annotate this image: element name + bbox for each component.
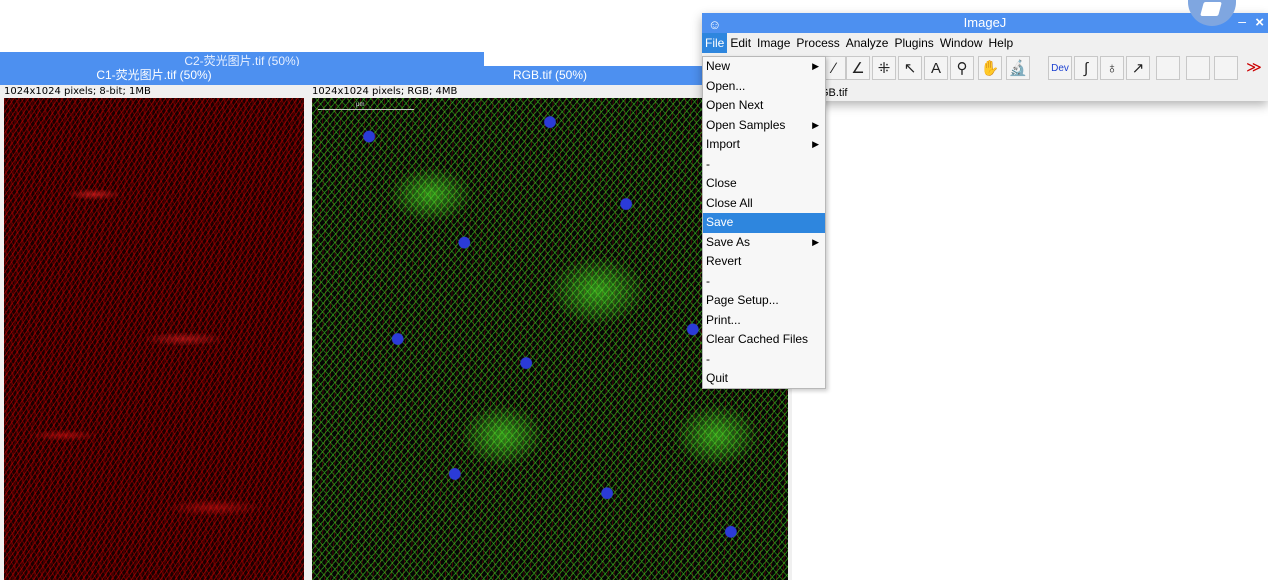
menu-item-label: Open Next: [706, 98, 764, 112]
imagej-titlebar[interactable]: ☺ ImageJ – ×: [702, 13, 1268, 33]
menu-item-label: Revert: [706, 254, 742, 268]
image-info-c1: 1024x1024 pixels; 8-bit; 1MB: [0, 85, 308, 98]
menu-item-close-all[interactable]: Close All: [703, 194, 825, 214]
menu-item-label: -: [706, 351, 710, 366]
microscope-icon[interactable]: 🔬: [1006, 56, 1030, 80]
menu-item-revert[interactable]: Revert: [703, 252, 825, 272]
menu-window[interactable]: Window: [937, 33, 986, 53]
menu-item-new[interactable]: New ▶: [703, 57, 825, 77]
submenu-arrow-icon: ▶: [812, 139, 819, 149]
menu-item-open-samples[interactable]: Open Samples ▶: [703, 116, 825, 136]
close-icon[interactable]: ×: [1255, 13, 1264, 33]
menu-item-close[interactable]: Close: [703, 174, 825, 194]
imagej-title: ImageJ: [963, 15, 1007, 30]
menu-item-open[interactable]: Open...: [703, 77, 825, 97]
menu-item-label: Close All: [706, 195, 753, 210]
point-tool-icon[interactable]: ⁜: [872, 56, 896, 80]
menu-item-save-as[interactable]: Save As ▶: [703, 233, 825, 253]
menu-item-label: Open...: [706, 78, 746, 93]
magnifier-tool-icon[interactable]: ⚲: [950, 56, 974, 80]
menu-item-label: Print...: [706, 312, 741, 327]
menu-item-page-setup[interactable]: Page Setup...: [703, 291, 825, 311]
brush-icon[interactable]: ∫: [1074, 56, 1098, 80]
image-canvas-c1[interactable]: [4, 98, 304, 580]
text-tool-icon[interactable]: A: [924, 56, 948, 80]
menu-analyze[interactable]: Analyze: [843, 33, 892, 53]
empty-tool-2[interactable]: [1186, 56, 1210, 80]
minimize-icon[interactable]: –: [1238, 13, 1246, 29]
pipette-icon[interactable]: ↗: [1126, 56, 1150, 80]
menu-item-label: Page Setup...: [706, 293, 779, 307]
menu-item-label: Save As: [706, 234, 751, 249]
menu-item-label: -: [706, 156, 710, 171]
menu-process[interactable]: Process: [793, 33, 842, 53]
menu-item-label: -: [706, 273, 710, 288]
empty-tool-3[interactable]: [1214, 56, 1238, 80]
flood-fill-icon[interactable]: ♁: [1100, 56, 1124, 80]
menu-edit[interactable]: Edit: [727, 33, 754, 53]
imagej-icon: ☺: [708, 17, 722, 32]
submenu-arrow-icon: ▶: [812, 236, 819, 247]
menu-item-save[interactable]: Save: [703, 213, 825, 233]
menu-item-label: Import: [706, 137, 741, 151]
dev-tool-icon[interactable]: Dev: [1048, 56, 1072, 80]
window-title-c1[interactable]: C1-荧光图片.tif (50%): [0, 66, 308, 85]
menu-item-label: Quit: [706, 371, 729, 385]
menu-item-separator-15: -: [703, 350, 825, 370]
file-menu-dropdown: New ▶ Open... Open Next Open Samples ▶ Import ▶…: [702, 56, 826, 389]
menu-image[interactable]: Image: [754, 33, 793, 53]
hand-tool-icon[interactable]: ✋: [978, 56, 1002, 80]
image-window-c1[interactable]: C1-荧光图片.tif (50%) 1024x1024 pixels; 8-bi…: [0, 66, 308, 580]
menu-item-clear-cached-files[interactable]: Clear Cached Files: [703, 330, 825, 350]
menu-item-open-next[interactable]: Open Next: [703, 96, 825, 116]
menu-bar: File Edit Image Process Analyze Plugins Window…: [702, 33, 1268, 53]
menu-file[interactable]: File: [702, 33, 728, 53]
menu-item-quit[interactable]: Quit: [703, 369, 825, 389]
scale-bar: μm: [318, 102, 414, 110]
scale-bar-label: μm: [356, 102, 365, 108]
submenu-arrow-icon: ▶: [812, 61, 819, 71]
submenu-arrow-icon: ▶: [812, 119, 819, 130]
menu-item-separator-11: -: [703, 272, 825, 292]
menu-item-print[interactable]: Print...: [703, 311, 825, 331]
menu-item-label: Save: [706, 215, 734, 229]
menu-item-label: New: [706, 59, 731, 73]
menu-item-label: Close: [706, 176, 737, 190]
empty-tool-1[interactable]: [1156, 56, 1180, 80]
menu-item-import[interactable]: Import ▶: [703, 135, 825, 155]
menu-help[interactable]: Help: [986, 33, 1017, 53]
menu-item-label: Clear Cached Files: [706, 332, 809, 346]
angle-tool-icon[interactable]: ∠: [846, 56, 870, 80]
menu-item-label: Open Samples: [706, 117, 786, 132]
wand-tool-icon[interactable]: ↖: [898, 56, 922, 80]
menu-plugins[interactable]: Plugins: [891, 33, 936, 53]
more-tools-icon[interactable]: ≫: [1242, 56, 1266, 80]
menu-item-separator-5: -: [703, 155, 825, 175]
